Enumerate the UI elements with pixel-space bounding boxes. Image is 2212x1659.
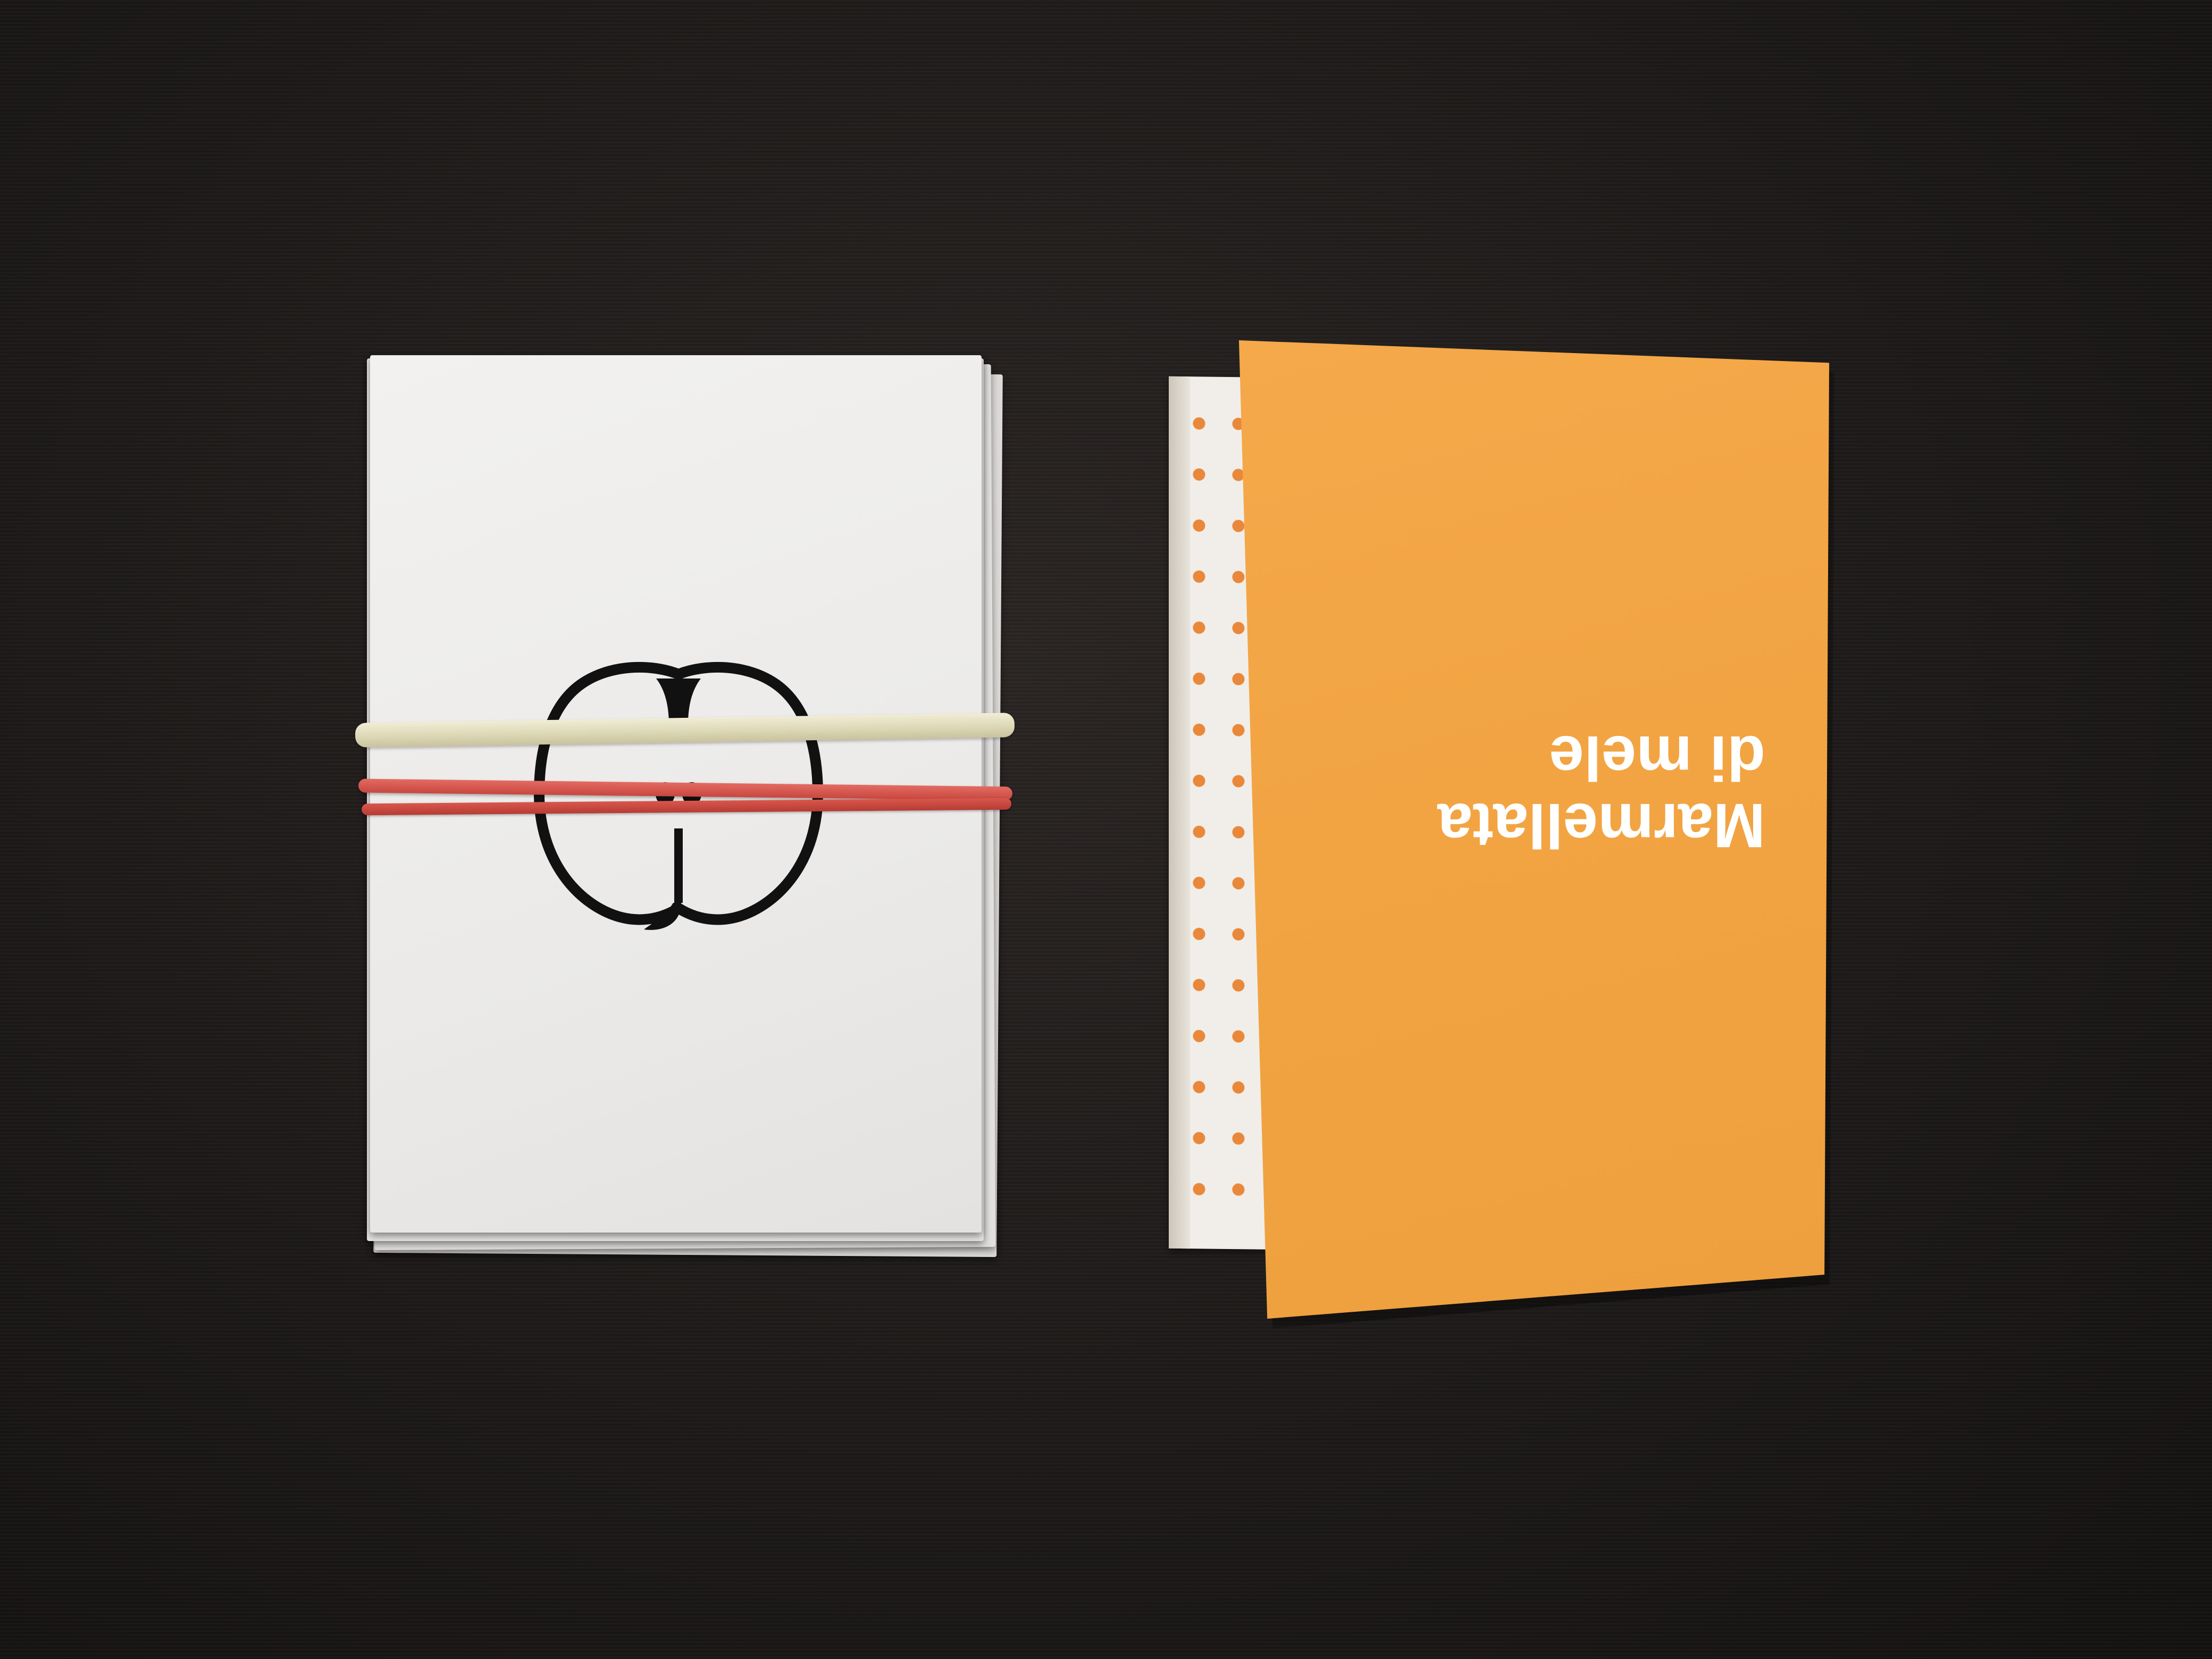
photo-scene: Marmellata di mele [0, 0, 2212, 1659]
cover-title-line-1: Marmellata [1437, 790, 1765, 860]
white-card-stack [355, 351, 1015, 1266]
cover-title-line-2: di mele [1549, 722, 1765, 793]
cover-title: Marmellata di mele [1437, 722, 1765, 860]
booklet-cover: Marmellata di mele [1239, 340, 1829, 1319]
orange-booklet: Marmellata di mele [1164, 340, 1834, 1328]
